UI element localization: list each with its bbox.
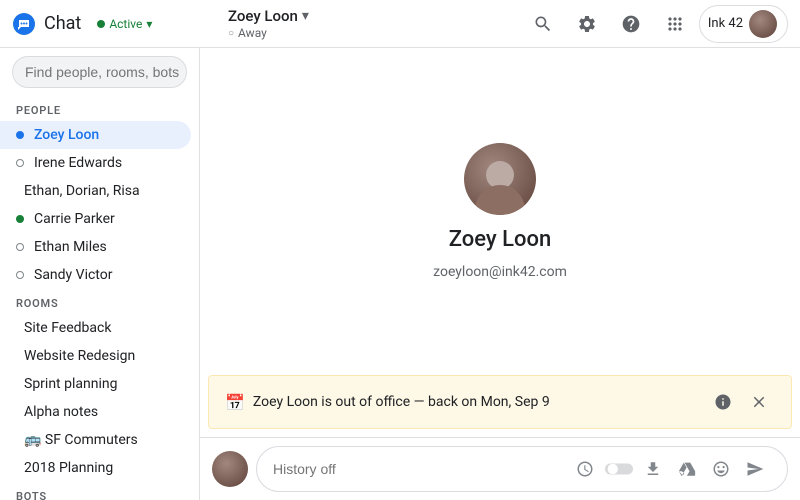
schedule-button[interactable] xyxy=(569,453,601,485)
emoji-button[interactable] xyxy=(705,453,737,485)
sidebar-item-zoey-loon[interactable]: Zoey Loon xyxy=(0,121,191,149)
search-input[interactable] xyxy=(25,64,200,80)
app-logo-icon xyxy=(12,12,36,36)
active-label: Active xyxy=(109,17,142,31)
top-bar: Chat Active ▾ Zoey Loon ▾ ○ Away xyxy=(0,0,800,48)
input-bar xyxy=(200,437,800,500)
drive-button[interactable] xyxy=(671,453,703,485)
send-button[interactable] xyxy=(739,453,771,485)
message-input-wrap[interactable] xyxy=(256,446,788,492)
user-avatar xyxy=(212,451,248,487)
upload-button[interactable] xyxy=(637,453,669,485)
contact-center-email: zoeyloon@ink42.com xyxy=(433,264,567,280)
sidebar-item-sf-commuters[interactable]: 🚌 SF Commuters xyxy=(0,426,191,454)
sidebar-item-ethan-dorian-risa[interactable]: Ethan, Dorian, Risa xyxy=(0,177,191,205)
sidebar-item-label: Irene Edwards xyxy=(34,155,122,171)
contact-status-header: ○ Away xyxy=(228,26,309,40)
sidebar-item-label: Sprint planning xyxy=(24,376,117,392)
status-dot-icon xyxy=(16,215,24,223)
sidebar-item-2018-planning[interactable]: 2018 Planning xyxy=(0,454,191,482)
search-bar xyxy=(0,48,199,96)
settings-button[interactable] xyxy=(567,4,607,44)
chevron-icon: ▾ xyxy=(302,8,309,24)
ooo-banner: 📅 Zoey Loon is out of office — back on M… xyxy=(208,375,792,429)
chat-area: Zoey Loon zoeyloon@ink42.com 📅 Zoey Loon… xyxy=(200,48,800,500)
contact-center-name: Zoey Loon xyxy=(449,227,552,252)
sidebar-item-alpha-notes[interactable]: Alpha notes xyxy=(0,398,191,426)
ooo-actions xyxy=(707,386,775,418)
sidebar-item-label: Website Redesign xyxy=(24,348,135,364)
message-input[interactable] xyxy=(273,461,561,477)
sidebar-item-label: Carrie Parker xyxy=(34,211,115,227)
sidebar-item-website-redesign[interactable]: Website Redesign xyxy=(0,342,191,370)
top-bar-left: Chat Active ▾ xyxy=(12,12,212,36)
ooo-banner-text: Zoey Loon is out of office — back on Mon… xyxy=(253,394,699,410)
sidebar-item-site-feedback[interactable]: Site Feedback xyxy=(0,314,191,342)
bots-section-header: BOTS xyxy=(0,482,199,500)
send-icon xyxy=(746,460,764,478)
search-input-wrap[interactable] xyxy=(12,56,187,88)
drive-icon xyxy=(678,460,696,478)
ooo-info-button[interactable] xyxy=(707,386,739,418)
help-icon xyxy=(621,14,641,34)
emoji-icon xyxy=(712,460,730,478)
sidebar-item-irene-edwards[interactable]: Irene Edwards xyxy=(0,149,191,177)
sidebar-item-label: 2018 Planning xyxy=(24,460,113,476)
search-icon xyxy=(533,14,553,34)
help-button[interactable] xyxy=(611,4,651,44)
status-dot-icon xyxy=(16,159,24,167)
sidebar-item-label: Site Feedback xyxy=(24,320,111,336)
contact-name-header[interactable]: Zoey Loon ▾ xyxy=(228,7,309,25)
toggle-button[interactable] xyxy=(603,453,635,485)
sidebar-item-label: Sandy Victor xyxy=(34,267,112,283)
status-dot-icon xyxy=(16,243,24,251)
apps-button[interactable] xyxy=(655,4,695,44)
people-section-header: PEOPLE xyxy=(0,96,199,121)
active-status[interactable]: Active ▾ xyxy=(97,17,152,31)
grid-icon xyxy=(665,14,685,34)
sidebar-item-label: Ethan Miles xyxy=(34,239,107,255)
info-icon xyxy=(714,393,732,411)
sidebar-item-label: 🚌 SF Commuters xyxy=(24,432,138,448)
chat-messages: Zoey Loon zoeyloon@ink42.com xyxy=(200,48,800,375)
sidebar: PEOPLE Zoey Loon Irene Edwards Ethan, Do… xyxy=(0,48,200,500)
input-actions xyxy=(569,453,771,485)
gear-icon xyxy=(577,14,597,34)
toggle-icon xyxy=(605,460,633,478)
rooms-section-header: ROOMS xyxy=(0,289,199,314)
sidebar-item-label: Zoey Loon xyxy=(34,127,99,143)
chevron-down-icon: ▾ xyxy=(146,17,152,31)
contact-header-info: Zoey Loon ▾ ○ Away xyxy=(228,7,309,40)
contact-avatar xyxy=(464,143,536,215)
sidebar-item-carrie-parker[interactable]: Carrie Parker xyxy=(0,205,191,233)
sidebar-item-sandy-victor[interactable]: Sandy Victor xyxy=(0,261,191,289)
main-content: PEOPLE Zoey Loon Irene Edwards Ethan, Do… xyxy=(0,48,800,500)
sidebar-item-label: Alpha notes xyxy=(24,404,98,420)
account-chip[interactable]: Ink 42 xyxy=(699,5,788,43)
upload-icon xyxy=(644,460,662,478)
status-circle-icon: ○ xyxy=(228,28,234,39)
top-bar-right: Ink 42 xyxy=(523,4,788,44)
sidebar-item-label: Ethan, Dorian, Risa xyxy=(24,183,140,199)
status-dot-icon xyxy=(16,271,24,279)
avatar xyxy=(749,10,777,38)
calendar-icon: 📅 xyxy=(225,393,245,412)
status-dot-icon xyxy=(16,131,24,139)
close-icon xyxy=(750,393,768,411)
sidebar-item-sprint-planning[interactable]: Sprint planning xyxy=(0,370,191,398)
top-bar-middle: Zoey Loon ▾ ○ Away xyxy=(212,7,523,40)
clock-icon xyxy=(576,460,594,478)
account-label: Ink 42 xyxy=(708,16,743,31)
sidebar-item-ethan-miles[interactable]: Ethan Miles xyxy=(0,233,191,261)
search-button[interactable] xyxy=(523,4,563,44)
app-title: Chat xyxy=(44,13,81,34)
active-dot-icon xyxy=(97,20,105,28)
ooo-close-button[interactable] xyxy=(743,386,775,418)
